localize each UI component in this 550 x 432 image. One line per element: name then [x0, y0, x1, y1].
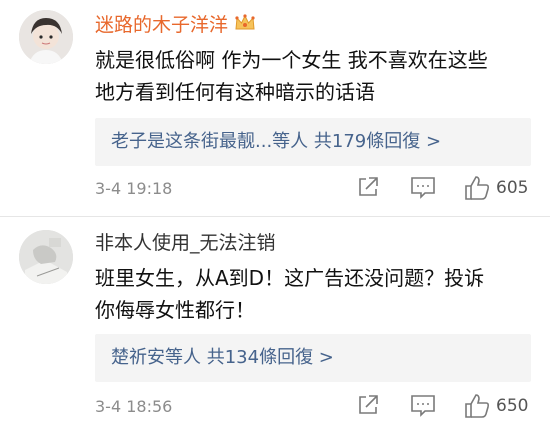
- username-text[interactable]: 迷路的木子洋洋: [95, 14, 228, 36]
- timestamp: 3-4 19:18: [95, 179, 173, 198]
- username[interactable]: 迷路的木子洋洋: [95, 13, 256, 39]
- username-text[interactable]: 非本人使用_无法注销: [95, 232, 276, 254]
- comment-item: 非本人使用_无法注销 班里女生，从A到D！这广告还没问题？投诉 你侮辱女性都行！…: [0, 218, 550, 432]
- like-icon[interactable]: [463, 392, 491, 424]
- comment-text-line: 地方看到任何有这种暗示的话语: [95, 80, 375, 104]
- username[interactable]: 非本人使用_无法注销: [95, 231, 276, 255]
- like-count: 605: [496, 178, 529, 198]
- avatar[interactable]: [19, 230, 73, 284]
- timestamp: 3-4 18:56: [95, 397, 173, 416]
- crown-icon: [234, 13, 256, 39]
- comment-list: 迷路的木子洋洋 就是很低俗啊 作为一个女生 我不喜欢在这些 地方看到任何有这种暗…: [0, 0, 550, 432]
- comment-text: 就是很低俗啊 作为一个女生 我不喜欢在这些 地方看到任何有这种暗示的话语: [95, 44, 535, 108]
- share-icon[interactable]: [355, 392, 381, 422]
- comment-icon[interactable]: [409, 174, 437, 204]
- avatar[interactable]: [19, 10, 73, 64]
- share-icon[interactable]: [355, 174, 381, 204]
- comment-footer: 3-4 19:18 605: [95, 174, 535, 204]
- comment-text-line: 班里女生，从A到D！这广告还没问题？投诉: [95, 266, 485, 290]
- replies-summary-link[interactable]: 老子是这条街最靓...等人 共179條回復 >: [111, 131, 441, 153]
- replies-summary[interactable]: 老子是这条街最靓...等人 共179條回復 >: [95, 118, 531, 166]
- comment-icon[interactable]: [409, 392, 437, 422]
- like-count: 650: [496, 396, 529, 416]
- comment-text-line: 就是很低俗啊 作为一个女生 我不喜欢在这些: [95, 48, 488, 72]
- comment-text: 班里女生，从A到D！这广告还没问题？投诉 你侮辱女性都行！: [95, 262, 535, 326]
- like-icon[interactable]: [463, 174, 491, 206]
- comment-item: 迷路的木子洋洋 就是很低俗啊 作为一个女生 我不喜欢在这些 地方看到任何有这种暗…: [0, 0, 550, 216]
- comment-divider: [0, 216, 550, 217]
- replies-summary-link[interactable]: 楚祈安等人 共134條回復 >: [111, 347, 334, 369]
- replies-summary[interactable]: 楚祈安等人 共134條回復 >: [95, 334, 531, 382]
- comment-footer: 3-4 18:56 650: [95, 392, 535, 422]
- comment-text-line: 你侮辱女性都行！: [95, 298, 255, 322]
